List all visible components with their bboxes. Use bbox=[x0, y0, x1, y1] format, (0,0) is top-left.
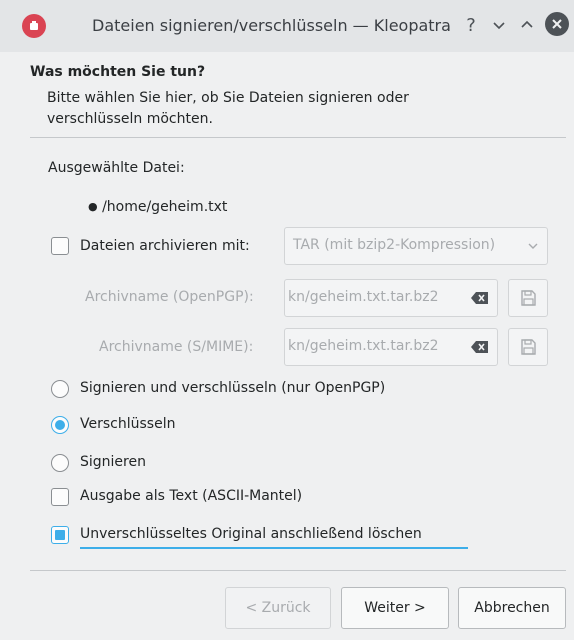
save-file-icon bbox=[521, 339, 536, 355]
delete-original-label[interactable]: Unverschlüsseltes Original anschließend … bbox=[80, 526, 422, 542]
chevron-down-icon bbox=[493, 22, 505, 30]
page-title: Was möchten Sie tun? bbox=[30, 64, 206, 80]
smime-archive-value: kn/geheim.txt.tar.bz2 bbox=[288, 338, 439, 354]
smime-browse-button bbox=[508, 328, 548, 366]
encrypt-label[interactable]: Verschlüsseln bbox=[80, 416, 175, 432]
selected-file-item: ● /home/geheim.txt bbox=[88, 199, 227, 215]
help-button[interactable]: ? bbox=[460, 14, 482, 36]
openpgp-archive-input: kn/geheim.txt.tar.bz2 bbox=[284, 279, 498, 317]
chevron-up-icon bbox=[521, 20, 533, 28]
encrypt-radio[interactable] bbox=[51, 416, 69, 434]
openpgp-archive-label: Archivname (OpenPGP): bbox=[85, 289, 254, 305]
archive-checkbox[interactable] bbox=[51, 237, 69, 255]
sign-encrypt-label[interactable]: Signieren und verschlüsseln (nur OpenPGP… bbox=[80, 380, 385, 396]
close-button[interactable] bbox=[545, 12, 569, 36]
back-button[interactable]: < Zurück bbox=[225, 587, 331, 629]
sign-encrypt-radio[interactable] bbox=[51, 380, 69, 398]
openpgp-archive-value: kn/geheim.txt.tar.bz2 bbox=[288, 289, 439, 305]
delete-original-checkbox[interactable] bbox=[51, 526, 69, 544]
clear-text-icon bbox=[471, 292, 488, 304]
smime-archive-input: kn/geheim.txt.tar.bz2 bbox=[284, 328, 498, 366]
kleopatra-app-icon[interactable] bbox=[22, 14, 46, 38]
archive-format-select: TAR (mit bzip2-Kompression) bbox=[284, 227, 548, 265]
minimize-button[interactable] bbox=[488, 14, 510, 36]
clear-text-icon bbox=[471, 341, 488, 353]
focus-underline bbox=[80, 547, 468, 549]
save-file-icon bbox=[521, 290, 536, 306]
title-bar[interactable]: Dateien signieren/verschlüsseln — Kleopa… bbox=[0, 0, 574, 52]
ascii-armor-label[interactable]: Ausgabe als Text (ASCII-Mantel) bbox=[80, 488, 302, 504]
smime-archive-label: Archivname (S/MIME): bbox=[99, 339, 254, 355]
archive-format-value: TAR (mit bzip2-Kompression) bbox=[293, 237, 496, 253]
sign-radio[interactable] bbox=[51, 454, 69, 472]
bullet-icon: ● bbox=[88, 200, 98, 213]
cancel-button[interactable]: Abbrechen bbox=[458, 587, 566, 629]
page-subtitle: Bitte wählen Sie hier, ob Sie Dateien si… bbox=[47, 90, 409, 127]
window-title: Dateien signieren/verschlüsseln — Kleopa… bbox=[92, 16, 451, 35]
chevron-down-icon bbox=[528, 243, 538, 249]
ascii-armor-checkbox[interactable] bbox=[51, 488, 69, 506]
archive-checkbox-label[interactable]: Dateien archivieren mit: bbox=[80, 238, 250, 254]
selected-file-label: Ausgewählte Datei: bbox=[48, 160, 185, 176]
openpgp-browse-button bbox=[508, 279, 548, 317]
close-icon bbox=[552, 19, 562, 29]
maximize-button[interactable] bbox=[516, 14, 538, 36]
footer-divider bbox=[30, 570, 566, 571]
next-button[interactable]: Weiter > bbox=[341, 587, 449, 629]
sign-label[interactable]: Signieren bbox=[80, 454, 146, 470]
selected-file-path: /home/geheim.txt bbox=[102, 199, 228, 215]
header-divider bbox=[30, 137, 566, 138]
